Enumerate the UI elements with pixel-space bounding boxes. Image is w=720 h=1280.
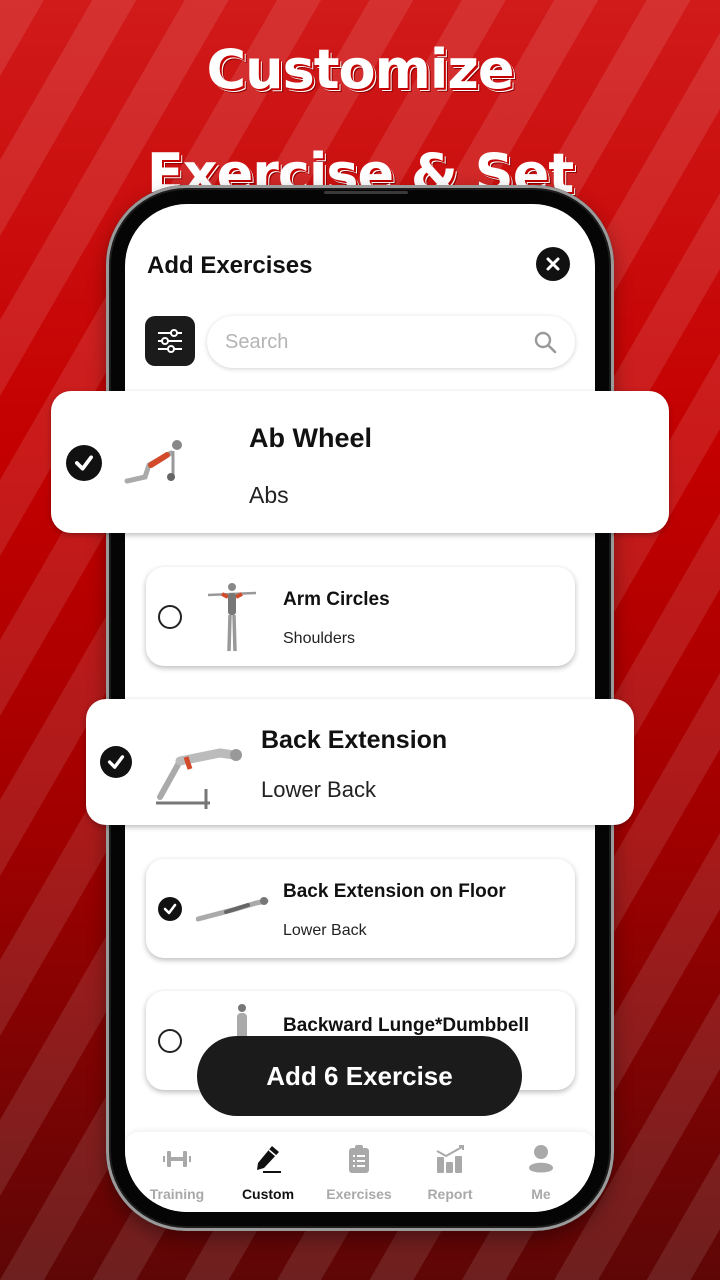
tab-training[interactable]: Training [131,1132,223,1212]
exercise-name: Backward Lunge*Dumbbell [283,1015,529,1036]
exercise-item-ab-wheel[interactable]: Ab Wheel Abs [51,391,669,533]
dumbbell-icon [163,1151,191,1167]
exercise-name: Ab Wheel [249,423,373,453]
select-radio[interactable] [158,1029,182,1053]
tab-me[interactable]: Me [495,1132,587,1212]
exercise-name: Back Extension on Floor [283,881,506,902]
close-icon [546,257,560,271]
exercise-name: Back Extension [261,726,448,754]
promo-line-1: Customize [206,38,515,101]
tab-label: Exercises [326,1186,392,1202]
exercise-muscle: Shoulders [283,630,356,647]
tab-label: Custom [241,1186,295,1202]
bottom-tab-bar: Training Custom Exercises Report Me [125,1132,595,1212]
user-icon [529,1145,553,1173]
selected-check[interactable] [100,746,132,778]
exercise-thumbnail [124,440,182,484]
tab-exercises[interactable]: Exercises [313,1132,405,1212]
exercise-item-back-extension-on-floor[interactable]: Back Extension on Floor Lower Back [146,859,575,958]
pencil-icon [257,1146,281,1173]
clipboard-list-icon [349,1145,369,1173]
tab-custom[interactable]: Custom [222,1132,314,1212]
filter-button[interactable] [145,316,195,366]
exercise-muscle: Abs [249,482,289,508]
add-exercises-button[interactable]: Add 6 Exercise [197,1036,522,1116]
tab-label: Me [531,1186,551,1202]
exercise-thumbnail [156,748,242,809]
tab-label: Report [427,1186,473,1202]
bar-chart-icon [436,1145,464,1173]
select-radio[interactable] [158,605,182,629]
selected-check[interactable] [158,897,182,921]
tab-report[interactable]: Report [404,1132,496,1212]
search-input[interactable] [225,316,515,368]
exercise-muscle: Lower Back [261,777,376,802]
checkmark-icon [163,903,177,915]
exercise-thumbnail [196,897,269,922]
search-icon[interactable] [533,330,557,354]
page-title: Add Exercises [147,252,313,279]
close-button[interactable] [536,247,570,281]
tab-label: Training [149,1186,205,1202]
checkmark-icon [107,755,125,769]
exercise-muscle: Lower Back [283,922,367,939]
exercise-name: Arm Circles [283,589,390,610]
sliders-icon [158,329,182,353]
search-field[interactable] [207,316,575,368]
exercise-thumbnail [207,583,257,652]
checkmark-icon [75,455,93,471]
exercise-item-back-extension[interactable]: Back Extension Lower Back [86,699,634,825]
phone-speaker [324,191,408,194]
exercise-item-arm-circles[interactable]: Arm Circles Shoulders [146,567,575,666]
selected-check[interactable] [66,445,102,481]
